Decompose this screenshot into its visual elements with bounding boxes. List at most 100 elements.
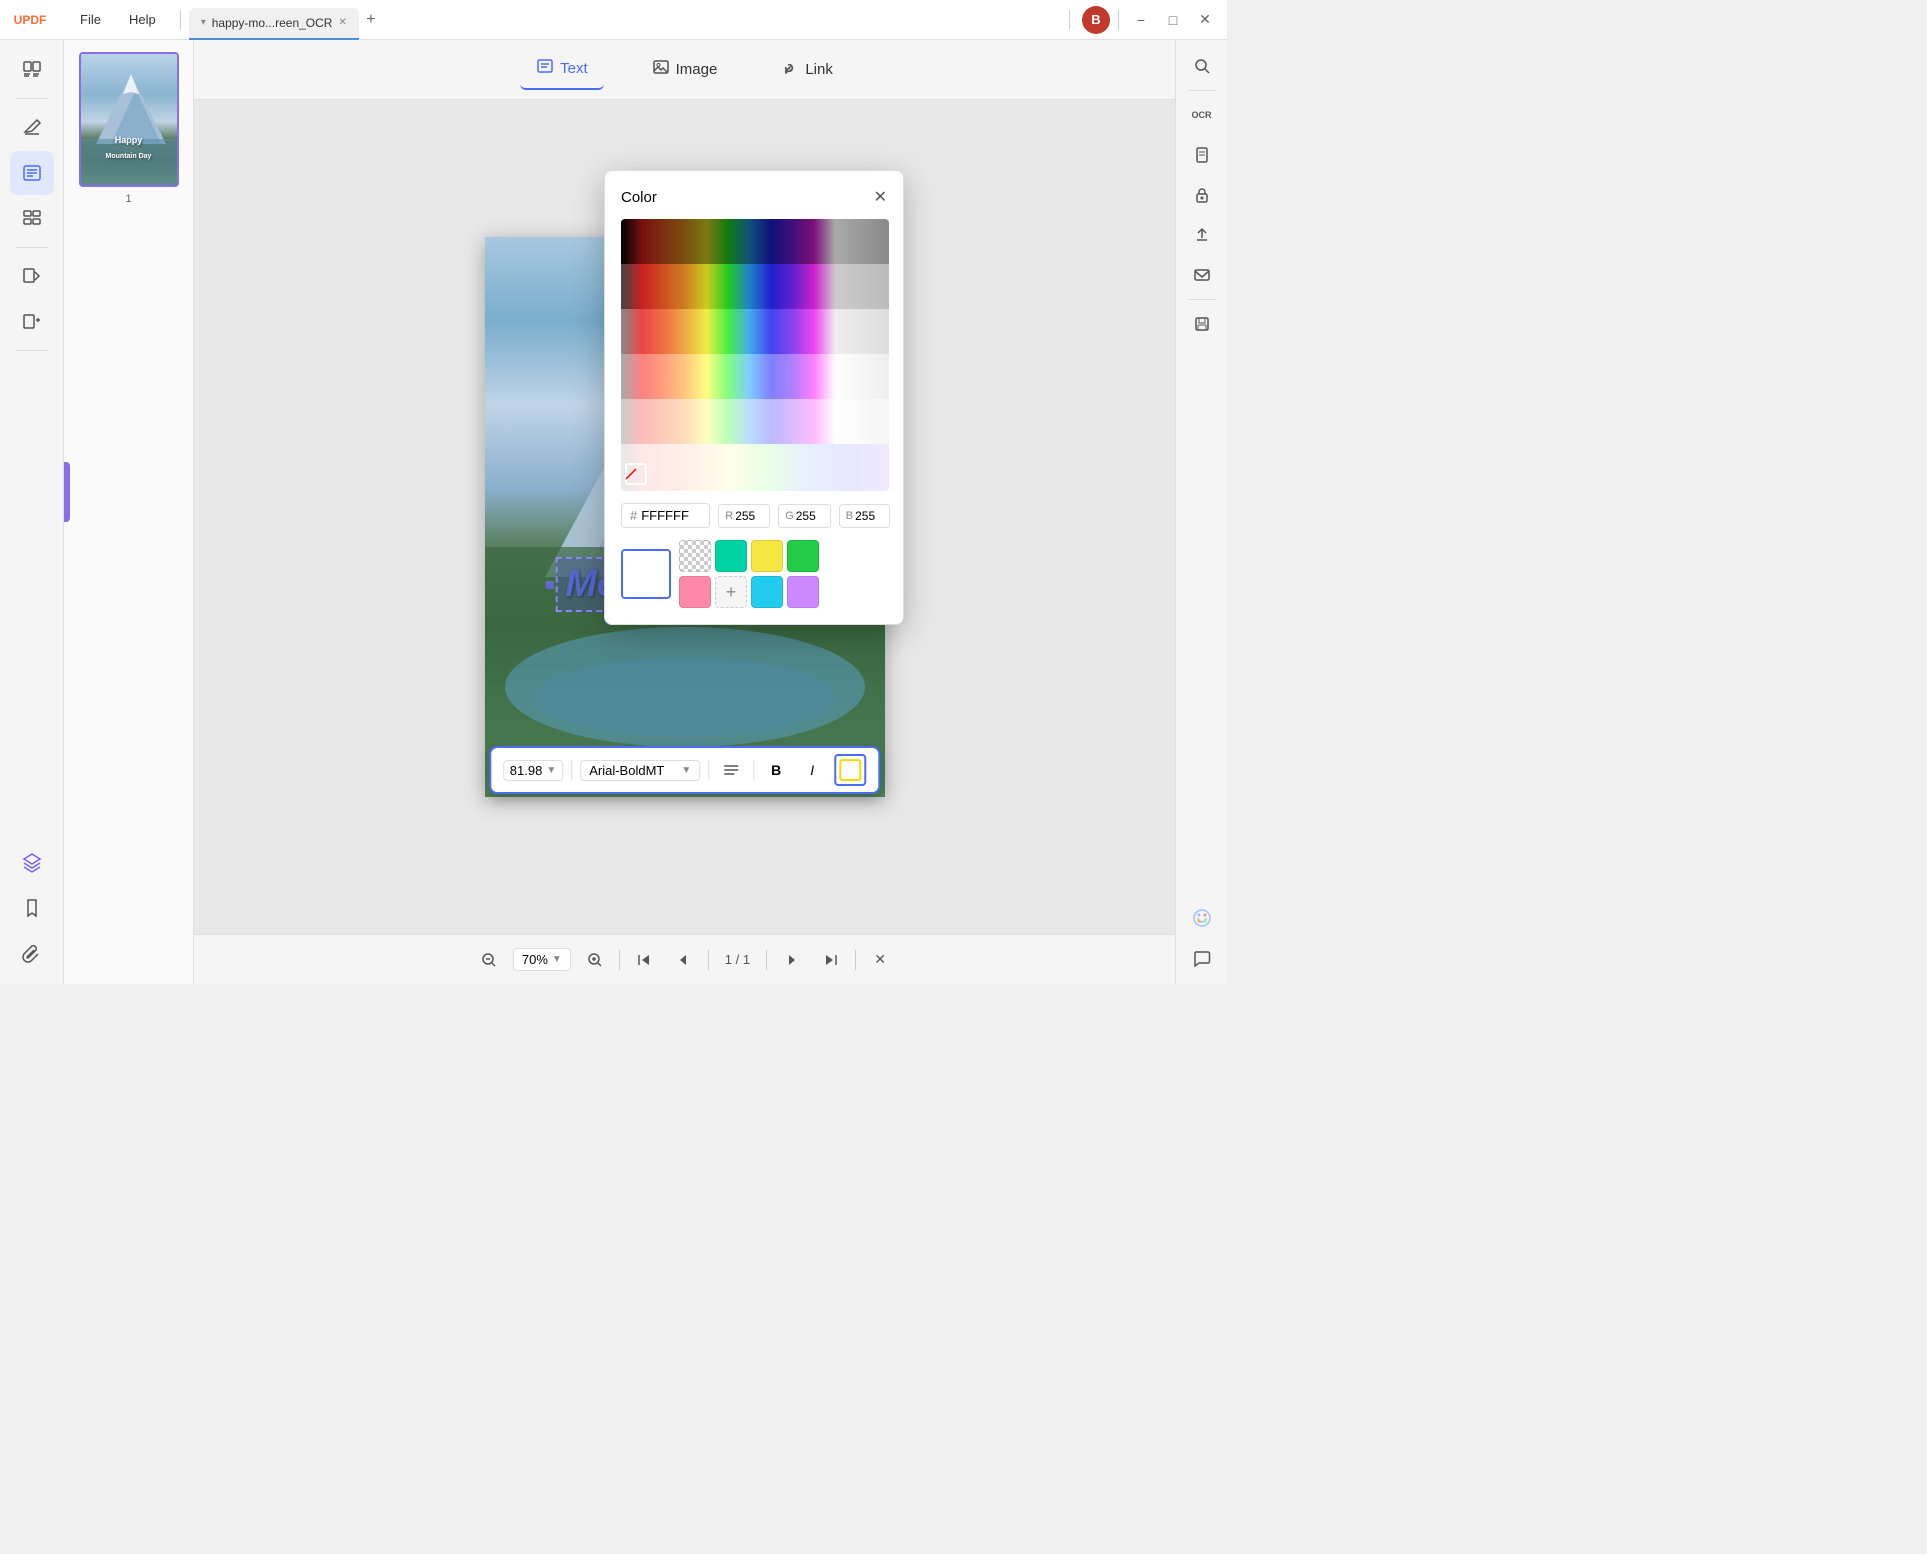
hex-input[interactable] bbox=[641, 508, 701, 523]
r-input[interactable] bbox=[735, 509, 763, 523]
last-page-button[interactable] bbox=[815, 944, 847, 976]
font-name-selector[interactable]: Arial-BoldMT ▼ bbox=[580, 760, 700, 781]
prev-page-button[interactable] bbox=[668, 944, 700, 976]
sidebar-icon-bookmark[interactable] bbox=[10, 886, 54, 930]
thumbnail-happy-text: Happy bbox=[81, 135, 177, 145]
bottom-sep-1 bbox=[619, 950, 620, 970]
user-avatar[interactable]: B bbox=[1082, 6, 1110, 34]
r-input-container[interactable]: R bbox=[718, 504, 770, 528]
b-input-container[interactable]: B bbox=[839, 504, 890, 528]
maximize-button[interactable]: □ bbox=[1159, 6, 1187, 34]
link-tab-icon bbox=[781, 58, 799, 81]
sidebar-sep-1 bbox=[16, 98, 48, 99]
text-tab-label: Text bbox=[560, 60, 588, 77]
user-separator bbox=[1069, 10, 1070, 30]
toolbar-divider-1 bbox=[571, 760, 572, 780]
yellow-swatch[interactable] bbox=[751, 540, 783, 572]
new-tab-button[interactable]: + bbox=[359, 8, 383, 32]
cyan-swatch[interactable] bbox=[751, 576, 783, 608]
help-menu[interactable]: Help bbox=[117, 8, 168, 31]
color-picker-close-button[interactable]: ✕ bbox=[874, 187, 887, 207]
right-sep-1 bbox=[1188, 90, 1216, 91]
purple-swatch[interactable] bbox=[787, 576, 819, 608]
hex-input-container[interactable]: # bbox=[621, 503, 710, 528]
teal-swatch[interactable] bbox=[715, 540, 747, 572]
ocr-right-icon[interactable]: OCR bbox=[1184, 97, 1220, 133]
lock-right-icon[interactable] bbox=[1184, 177, 1220, 213]
image-tab-icon bbox=[652, 58, 670, 81]
sidebar-sep-3 bbox=[16, 350, 48, 351]
tab-close-button[interactable]: ✕ bbox=[338, 17, 346, 28]
next-page-button[interactable] bbox=[775, 944, 807, 976]
sidebar-icon-edit[interactable] bbox=[10, 105, 54, 149]
share-right-icon[interactable] bbox=[1184, 217, 1220, 253]
b-label: B bbox=[846, 510, 853, 522]
zoom-selector[interactable]: 70% ▼ bbox=[513, 948, 571, 971]
italic-label: I bbox=[810, 762, 814, 778]
g-input[interactable] bbox=[796, 509, 824, 523]
g-input-container[interactable]: G bbox=[778, 504, 831, 528]
document-right-icon[interactable] bbox=[1184, 137, 1220, 173]
add-color-swatch[interactable]: + bbox=[715, 576, 747, 608]
toolbar-tab-image[interactable]: Image bbox=[636, 50, 734, 89]
sidebar-icon-annotate[interactable] bbox=[10, 151, 54, 195]
menu-bar: File Help bbox=[60, 8, 176, 31]
font-name-dropdown-arrow: ▼ bbox=[681, 765, 691, 776]
selected-color-swatch[interactable] bbox=[621, 549, 671, 599]
font-size-selector[interactable]: 81.98 ▼ bbox=[503, 760, 563, 781]
toolbar-divider-3 bbox=[753, 760, 754, 780]
b-input[interactable] bbox=[855, 509, 883, 523]
tab-bar: ▾ happy-mo...reen_OCR ✕ + bbox=[185, 0, 1065, 39]
sidebar-icon-layers[interactable] bbox=[10, 840, 54, 884]
total-pages: 1 bbox=[743, 952, 750, 967]
bold-button[interactable]: B bbox=[762, 756, 790, 784]
zoom-out-button[interactable] bbox=[473, 944, 505, 976]
sidebar-icon-attach[interactable] bbox=[10, 932, 54, 976]
toolbar-tab-text[interactable]: Text bbox=[520, 49, 604, 90]
zoom-in-button[interactable] bbox=[579, 944, 611, 976]
toolbar-tab-link[interactable]: Link bbox=[765, 50, 849, 89]
color-picker-popup: Color ✕ bbox=[604, 170, 904, 625]
sidebar-icon-organize[interactable] bbox=[10, 197, 54, 241]
green-swatch[interactable] bbox=[787, 540, 819, 572]
left-edge-accent bbox=[64, 462, 70, 522]
active-tab[interactable]: ▾ happy-mo...reen_OCR ✕ bbox=[189, 8, 359, 40]
page-number-thumbnail: 1 bbox=[125, 193, 131, 205]
sidebar-icon-reader[interactable] bbox=[10, 48, 54, 92]
sidebar-icon-extract[interactable] bbox=[10, 300, 54, 344]
pink-swatch[interactable] bbox=[679, 576, 711, 608]
thumbnail-mountain-text: Mountain Day bbox=[81, 153, 177, 160]
file-menu[interactable]: File bbox=[68, 8, 113, 31]
font-size-dropdown-arrow: ▼ bbox=[546, 765, 556, 776]
close-button[interactable]: ✕ bbox=[1191, 6, 1219, 34]
color-picker-header: Color ✕ bbox=[621, 187, 887, 207]
mail-right-icon[interactable] bbox=[1184, 257, 1220, 293]
minimize-button[interactable]: − bbox=[1127, 6, 1155, 34]
color-gradient-picker[interactable] bbox=[621, 219, 889, 491]
page-separator: / bbox=[736, 952, 743, 967]
page-indicator: 1 / 1 bbox=[717, 952, 758, 967]
ctrl-separator bbox=[1118, 10, 1119, 30]
search-right-icon[interactable] bbox=[1184, 48, 1220, 84]
toolbar-divider-2 bbox=[708, 760, 709, 780]
font-name-value: Arial-BoldMT bbox=[589, 763, 664, 778]
apps-right-icon[interactable] bbox=[1184, 900, 1220, 936]
tab-title: happy-mo...reen_OCR bbox=[212, 16, 333, 30]
chat-right-icon[interactable] bbox=[1184, 940, 1220, 976]
sidebar-icon-convert[interactable] bbox=[10, 254, 54, 298]
first-page-button[interactable] bbox=[628, 944, 660, 976]
image-tab-label: Image bbox=[676, 61, 718, 78]
color-button[interactable] bbox=[834, 754, 866, 786]
save-right-icon[interactable] bbox=[1184, 306, 1220, 342]
transparent-swatch[interactable] bbox=[679, 540, 711, 572]
bottom-sep-2 bbox=[708, 950, 709, 970]
r-label: R bbox=[725, 510, 733, 522]
italic-button[interactable]: I bbox=[798, 756, 826, 784]
app-logo[interactable]: UPDF bbox=[0, 0, 60, 39]
close-overlay-button[interactable]: ✕ bbox=[864, 944, 896, 976]
page-thumbnail[interactable]: Happy Mountain Day bbox=[79, 52, 179, 187]
titlebar: UPDF File Help ▾ happy-mo...reen_OCR ✕ +… bbox=[0, 0, 1227, 40]
main-layout: Happy Mountain Day 1 Text bbox=[0, 40, 1227, 984]
align-button[interactable] bbox=[717, 756, 745, 784]
text-edit-toolbar: 81.98 ▼ Arial-BoldMT ▼ bbox=[489, 746, 880, 794]
